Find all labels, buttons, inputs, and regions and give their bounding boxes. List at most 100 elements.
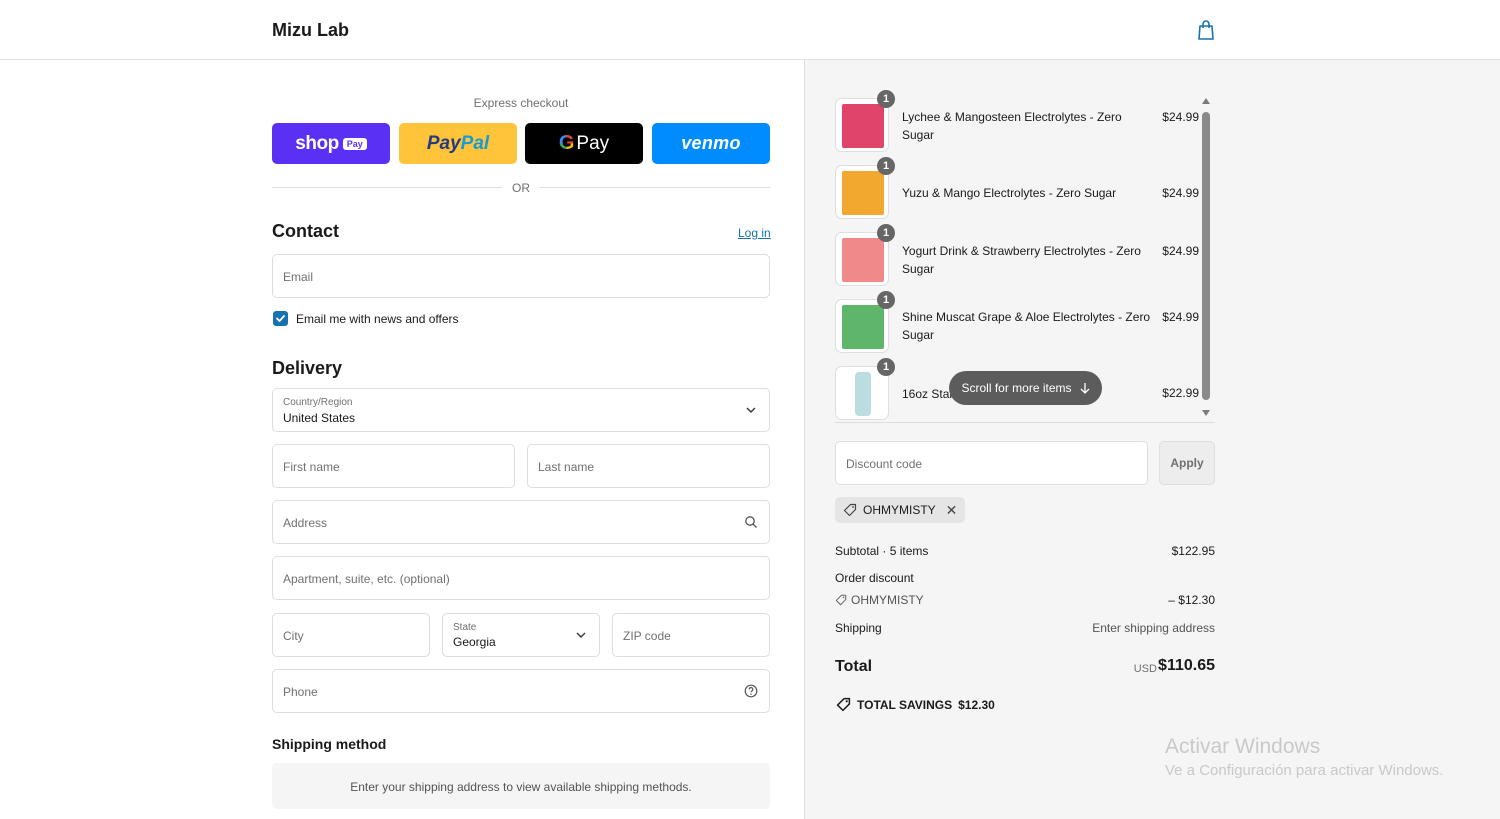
subtotal-row: Subtotal · 5 items $122.95 xyxy=(835,544,1215,558)
apply-button[interactable]: Apply xyxy=(1159,441,1215,485)
discount-placeholder: Discount code xyxy=(846,457,923,471)
shop-pay-word: shop xyxy=(295,132,339,154)
phone-placeholder: Phone xyxy=(283,685,318,699)
chevron-down-icon xyxy=(574,628,588,642)
cart-item: 1 Yuzu & Mango Electrolytes - Zero Sugar… xyxy=(835,157,1199,221)
applied-discount-chip: OHMYMISTY ✕ xyxy=(835,497,966,523)
apartment-field[interactable]: Apartment, suite, etc. (optional) xyxy=(272,556,770,600)
item-price: $24.99 xyxy=(1162,244,1199,258)
state-label: State xyxy=(453,622,477,633)
state-select[interactable]: State Georgia xyxy=(442,613,600,657)
help-icon[interactable] xyxy=(744,684,758,698)
cart-item: 1 Shine Muscat Grape & Aloe Electrolytes… xyxy=(835,291,1199,355)
shop-pay-button[interactable]: shop Pay xyxy=(272,123,390,164)
item-price: $24.99 xyxy=(1162,110,1199,124)
last-name-field[interactable]: Last name xyxy=(527,444,770,488)
first-name-placeholder: First name xyxy=(283,460,340,474)
google-g-icon: G xyxy=(558,132,575,154)
shipping-value: Enter shipping address xyxy=(1092,621,1215,635)
total-row: Total USD $110.65 xyxy=(835,656,1215,680)
scroll-for-more-button[interactable]: Scroll for more items xyxy=(949,371,1102,405)
quantity-badge: 1 xyxy=(877,358,895,376)
zip-field[interactable]: ZIP code xyxy=(612,613,770,657)
search-icon[interactable] xyxy=(744,515,758,529)
shipping-method-title: Shipping method xyxy=(272,736,387,752)
address-placeholder: Address xyxy=(283,516,328,530)
delivery-title: Delivery xyxy=(272,358,343,378)
activation-watermark-title: Activar Windows xyxy=(1165,735,1321,758)
applied-code: OHMYMISTY xyxy=(863,503,936,517)
or-text: OR xyxy=(512,181,530,195)
remove-code-icon[interactable]: ✕ xyxy=(946,502,958,519)
cart-item: 1 Lychee & Mangosteen Electrolytes - Zer… xyxy=(835,90,1199,154)
brand-logo[interactable]: Mizu Lab xyxy=(272,20,349,41)
shipping-method-message: Enter your shipping address to view avai… xyxy=(272,763,770,809)
email-field[interactable]: Email xyxy=(272,254,770,298)
country-value: United States xyxy=(283,411,356,425)
item-price: $22.99 xyxy=(1162,386,1199,400)
shopping-bag-icon[interactable] xyxy=(1196,19,1216,41)
apartment-placeholder: Apartment, suite, etc. (optional) xyxy=(283,572,450,586)
product-image xyxy=(842,238,884,282)
item-name: Yogurt Drink & Strawberry Electrolytes -… xyxy=(902,244,1141,276)
item-price: $24.99 xyxy=(1162,186,1199,200)
discount-value: – $12.30 xyxy=(1168,593,1215,607)
contact-title: Contact xyxy=(272,221,339,241)
zip-placeholder: ZIP code xyxy=(623,629,671,643)
currency-code: USD xyxy=(1133,663,1157,675)
discount-code-row: OHMYMISTY – $12.30 xyxy=(835,593,1215,609)
item-name: Shine Muscat Grape & Aloe Electrolytes -… xyxy=(902,310,1151,342)
subtotal-value: $122.95 xyxy=(1171,544,1215,558)
scroll-hint-label: Scroll for more items xyxy=(961,381,1072,395)
scroll-up-arrow[interactable] xyxy=(1202,98,1210,104)
tag-icon xyxy=(836,697,851,712)
city-placeholder: City xyxy=(283,629,304,643)
last-name-placeholder: Last name xyxy=(538,460,595,474)
scrollbar-thumb[interactable] xyxy=(1202,112,1210,400)
quantity-badge: 1 xyxy=(877,90,895,108)
quantity-badge: 1 xyxy=(877,157,895,175)
item-name: Lychee & Mangosteen Electrolytes - Zero S… xyxy=(902,110,1122,142)
item-name: Yuzu & Mango Electrolytes - Zero Sugar xyxy=(902,186,1117,200)
venmo-button[interactable]: venmo xyxy=(652,123,770,164)
newsletter-option[interactable]: Email me with news and offers xyxy=(273,311,459,326)
product-image xyxy=(842,104,884,148)
google-pay-button[interactable]: G Pay xyxy=(525,123,643,164)
country-label: Country/Region xyxy=(283,397,353,408)
phone-field[interactable]: Phone xyxy=(272,669,770,713)
address-field[interactable]: Address xyxy=(272,500,770,544)
shipping-label: Shipping xyxy=(835,621,882,635)
tag-icon xyxy=(843,503,857,517)
state-value: Georgia xyxy=(453,635,496,649)
express-checkout-label: Express checkout xyxy=(473,96,569,110)
country-select[interactable]: Country/Region United States xyxy=(272,388,770,432)
total-label: Total xyxy=(835,658,873,675)
savings-label: TOTAL SAVINGS xyxy=(857,697,953,712)
items-divider xyxy=(835,422,1215,423)
item-price: $24.99 xyxy=(1162,310,1199,324)
discount-code-field[interactable]: Discount code xyxy=(835,441,1148,485)
activation-watermark-subtitle: Ve a Configuración para activar Windows. xyxy=(1165,762,1444,779)
shipping-row: Shipping Enter shipping address xyxy=(835,621,1215,635)
site-header: Mizu Lab xyxy=(0,0,1500,60)
total-value: $110.65 xyxy=(1158,657,1215,674)
savings-value: $12.30 xyxy=(958,697,995,712)
first-name-field[interactable]: First name xyxy=(272,444,515,488)
chevron-down-icon xyxy=(744,403,758,417)
paypal-logo: PayPal xyxy=(426,132,490,154)
scroll-down-arrow[interactable] xyxy=(1202,410,1210,416)
login-link[interactable]: Log in xyxy=(738,226,771,240)
paypal-button[interactable]: PayPal xyxy=(399,123,517,164)
quantity-badge: 1 xyxy=(877,224,895,242)
order-discount-label: Order discount xyxy=(835,571,914,585)
venmo-logo: venmo xyxy=(681,133,741,153)
product-image xyxy=(842,305,884,349)
newsletter-checkbox[interactable] xyxy=(273,311,288,326)
cart-item: 1 Yogurt Drink & Strawberry Electrolytes… xyxy=(835,224,1199,288)
google-pay-logo: G Pay xyxy=(558,132,610,154)
checkmark-icon xyxy=(276,315,285,322)
newsletter-label: Email me with news and offers xyxy=(296,311,459,326)
quantity-badge: 1 xyxy=(877,291,895,309)
product-image xyxy=(842,171,884,215)
city-field[interactable]: City xyxy=(272,613,430,657)
